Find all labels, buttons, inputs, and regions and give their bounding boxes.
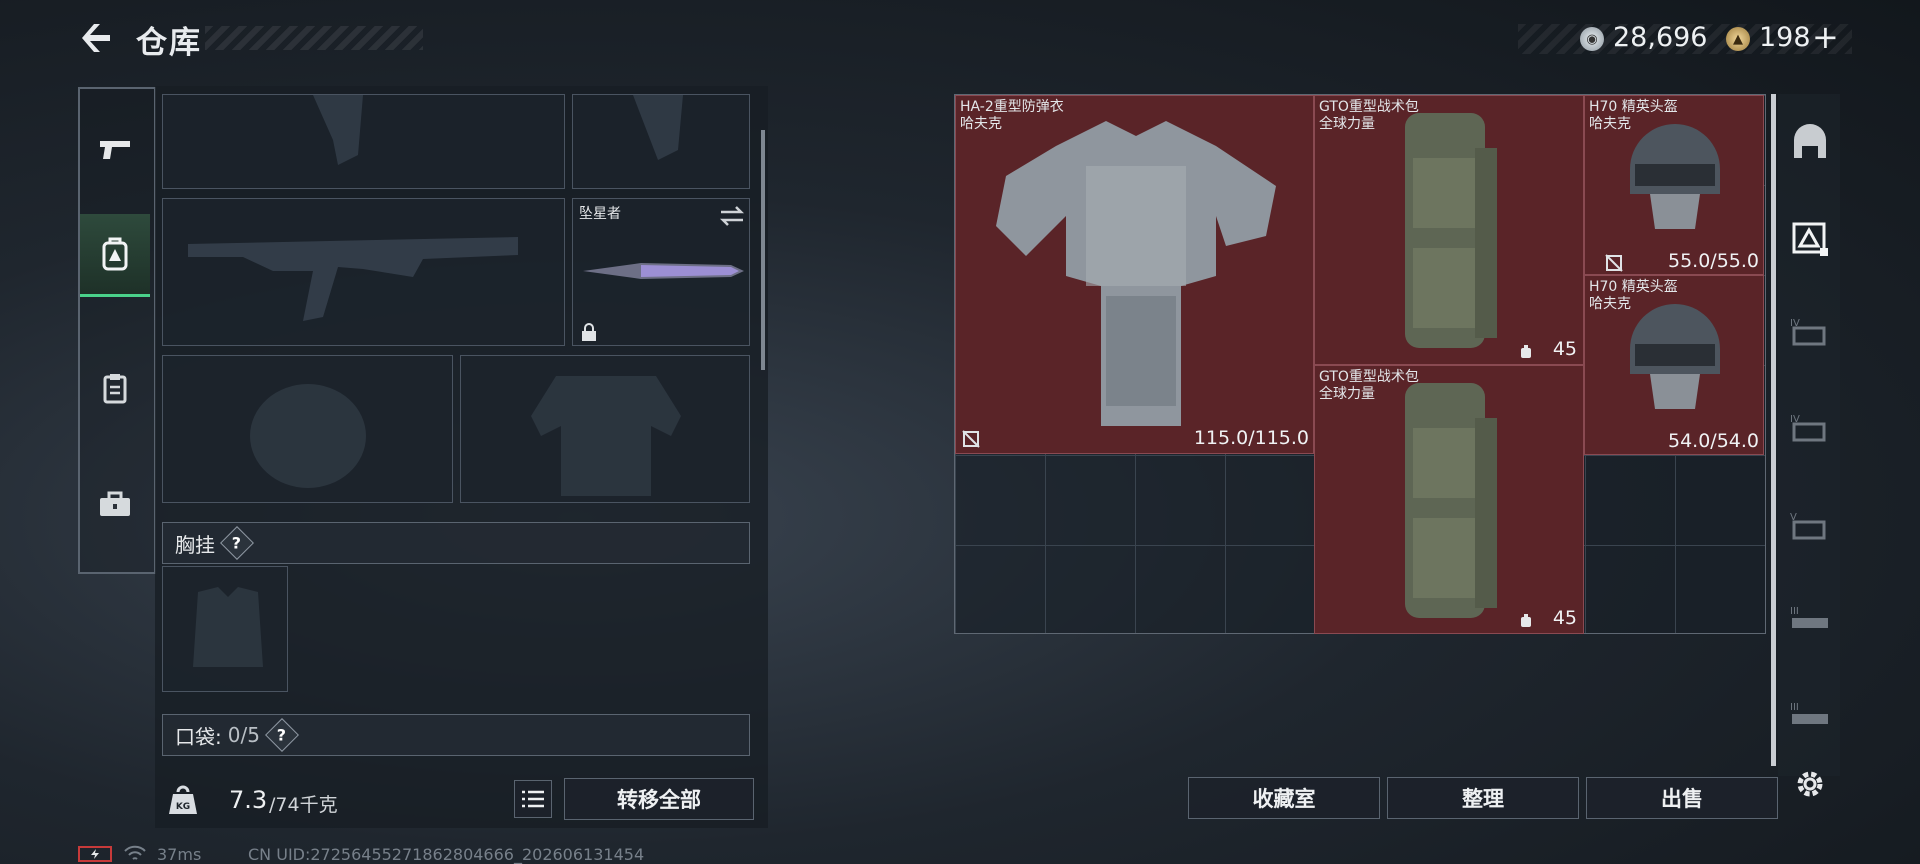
item-durability: 54.0/54.0 (1667, 430, 1759, 452)
tab-weapons[interactable] (80, 110, 150, 190)
rifle-silhouette-icon (188, 237, 518, 321)
uid-text: CN UID:27256455271862804666_202606131454 (248, 845, 645, 864)
svg-text:III: III (1790, 702, 1799, 713)
chest-rig-slot[interactable] (162, 566, 288, 692)
svg-text:III: III (1790, 606, 1799, 617)
chest-rig-label: 胸挂 (175, 532, 215, 557)
item-capacity: 45 (1552, 607, 1577, 629)
capacity-icon (1521, 345, 1531, 358)
gold-coin-icon: ▲ (1726, 27, 1750, 51)
silver-amount: 28,696 (1613, 22, 1708, 53)
item-durability: 115.0/115.0 (1193, 427, 1309, 449)
battery-icon (78, 846, 112, 862)
weight-icon: KG (158, 776, 208, 824)
silver-coin-icon: ◉ (1580, 27, 1604, 51)
back-arrow-icon[interactable] (78, 20, 112, 56)
pocket-header: 口袋: 0/5 ? (162, 714, 750, 756)
help-icon[interactable]: ? (264, 718, 299, 752)
filter-tier3-icon[interactable]: III (1784, 594, 1836, 646)
gold-amount: 198 (1759, 22, 1811, 53)
tab-equipment[interactable] (80, 214, 150, 297)
stash-item-helmet[interactable]: H70 精英头盔 哈夫克 54.0/54.0 (1584, 275, 1764, 455)
body-armor-image (996, 121, 1276, 426)
loadout-scrollbar[interactable] (761, 130, 765, 370)
filter-tier5-icon[interactable]: V (1784, 500, 1836, 552)
weapon-attachment-slot[interactable] (572, 94, 750, 189)
stash-item-armor[interactable]: HA-2重型防弹衣 哈夫克 115.0/115.0 (955, 95, 1314, 454)
filter-tier3-icon[interactable]: III (1784, 690, 1836, 742)
weight-current: 7.3 (229, 786, 268, 814)
list-icon (522, 790, 544, 808)
filter-tier4-icon[interactable]: IV (1784, 402, 1836, 454)
gear-icon[interactable] (1788, 762, 1832, 806)
secondary-weapon-slot[interactable] (162, 198, 565, 346)
no-repair-icon (1605, 254, 1623, 272)
stash-item-helmet[interactable]: H70 精英头盔 哈夫克 55.0/55.0 (1584, 95, 1764, 275)
toolbox-icon (100, 491, 130, 516)
wifi-icon (124, 845, 146, 860)
chest-rig-header: 胸挂 ? (162, 522, 750, 564)
svg-text:KG: KG (176, 802, 190, 812)
helmet-image (1630, 124, 1720, 229)
swap-icon[interactable] (719, 205, 745, 227)
item-durability: 55.0/55.0 (1667, 250, 1759, 272)
melee-skin-name: 坠星者 (579, 206, 621, 222)
pistol-icon (100, 141, 130, 159)
armor-slot[interactable] (460, 355, 750, 503)
add-currency-button[interactable]: + (1812, 18, 1839, 56)
helmet-image (1630, 304, 1720, 409)
no-repair-icon (962, 430, 980, 448)
backpack-image (1405, 113, 1497, 348)
stash-item-backpack[interactable]: GTO重型战术包 全球力量 45 (1314, 365, 1584, 634)
weight-capacity: /74千克 (269, 794, 338, 816)
helmet-slot[interactable] (162, 355, 453, 503)
melee-weapon-slot[interactable]: 坠星者 (572, 198, 750, 346)
transfer-all-button[interactable]: 转移全部 (564, 778, 754, 820)
filter-armor-icon[interactable] (1784, 212, 1836, 264)
ping-text: 37ms (157, 845, 202, 864)
filter-helmet-icon[interactable] (1784, 116, 1836, 168)
tab-consumables[interactable] (80, 348, 150, 428)
stash-item-backpack[interactable]: GTO重型战术包 全球力量 45 (1314, 95, 1584, 365)
sort-button[interactable]: 整理 (1387, 777, 1579, 819)
title-decoration (205, 26, 423, 50)
capacity-icon (1521, 614, 1531, 627)
stash-scrollbar[interactable] (1771, 94, 1776, 766)
help-icon[interactable]: ? (220, 526, 254, 560)
filter-tier4-icon[interactable]: IV (1784, 306, 1836, 358)
pocket-label: 口袋: (175, 724, 222, 749)
sell-button[interactable]: 出售 (1586, 777, 1778, 819)
primary-weapon-slot[interactable] (162, 94, 565, 189)
backpack-icon (102, 237, 128, 271)
list-view-button[interactable] (514, 780, 552, 818)
item-capacity: 45 (1552, 338, 1577, 360)
backpack-image (1405, 383, 1497, 618)
pocket-count: 0/5 (227, 723, 260, 747)
lock-icon (582, 323, 596, 341)
tab-supplies[interactable] (80, 464, 150, 544)
clipboard-icon (103, 374, 127, 404)
page-title: 仓库 (136, 25, 202, 61)
collection-room-button[interactable]: 收藏室 (1188, 777, 1380, 819)
knife-icon (583, 263, 744, 279)
